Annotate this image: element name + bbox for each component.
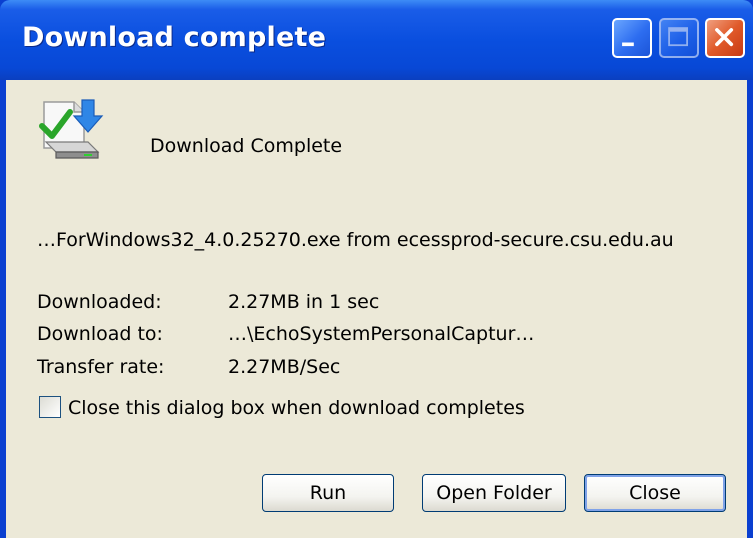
close-on-complete-checkbox[interactable] <box>39 396 61 418</box>
open-folder-button-label: Open Folder <box>436 482 552 504</box>
close-window-button[interactable] <box>705 18 745 58</box>
maximize-button[interactable] <box>659 18 699 58</box>
maximize-icon <box>668 27 688 47</box>
close-on-complete-label[interactable]: Close this dialog box when download comp… <box>68 397 525 419</box>
file-source-line: …ForWindows32_4.0.25270.exe from ecesspr… <box>37 229 674 251</box>
title-bar[interactable]: Download complete <box>0 0 753 80</box>
download-dialog-window: Download complete Download Complete …For… <box>0 0 753 538</box>
window-title: Download complete <box>22 22 327 53</box>
transfer-rate-value: 2.27MB/Sec <box>228 356 341 378</box>
minimize-button[interactable] <box>612 18 652 58</box>
minimize-icon <box>622 42 634 47</box>
downloaded-label: Downloaded: <box>37 291 162 313</box>
downloaded-value: 2.27MB in 1 sec <box>228 291 380 313</box>
download-to-value: …\EchoSystemPersonalCaptur… <box>228 323 535 345</box>
download-to-label: Download to: <box>37 323 163 345</box>
download-status-heading: Download Complete <box>150 135 343 157</box>
run-button[interactable]: Run <box>262 474 394 512</box>
close-button-label: Close <box>629 482 681 504</box>
download-complete-icon <box>36 96 106 164</box>
run-button-label: Run <box>309 482 347 504</box>
close-button[interactable]: Close <box>584 474 726 512</box>
transfer-rate-label: Transfer rate: <box>37 356 165 378</box>
open-folder-button[interactable]: Open Folder <box>422 474 566 512</box>
close-icon <box>715 28 734 47</box>
